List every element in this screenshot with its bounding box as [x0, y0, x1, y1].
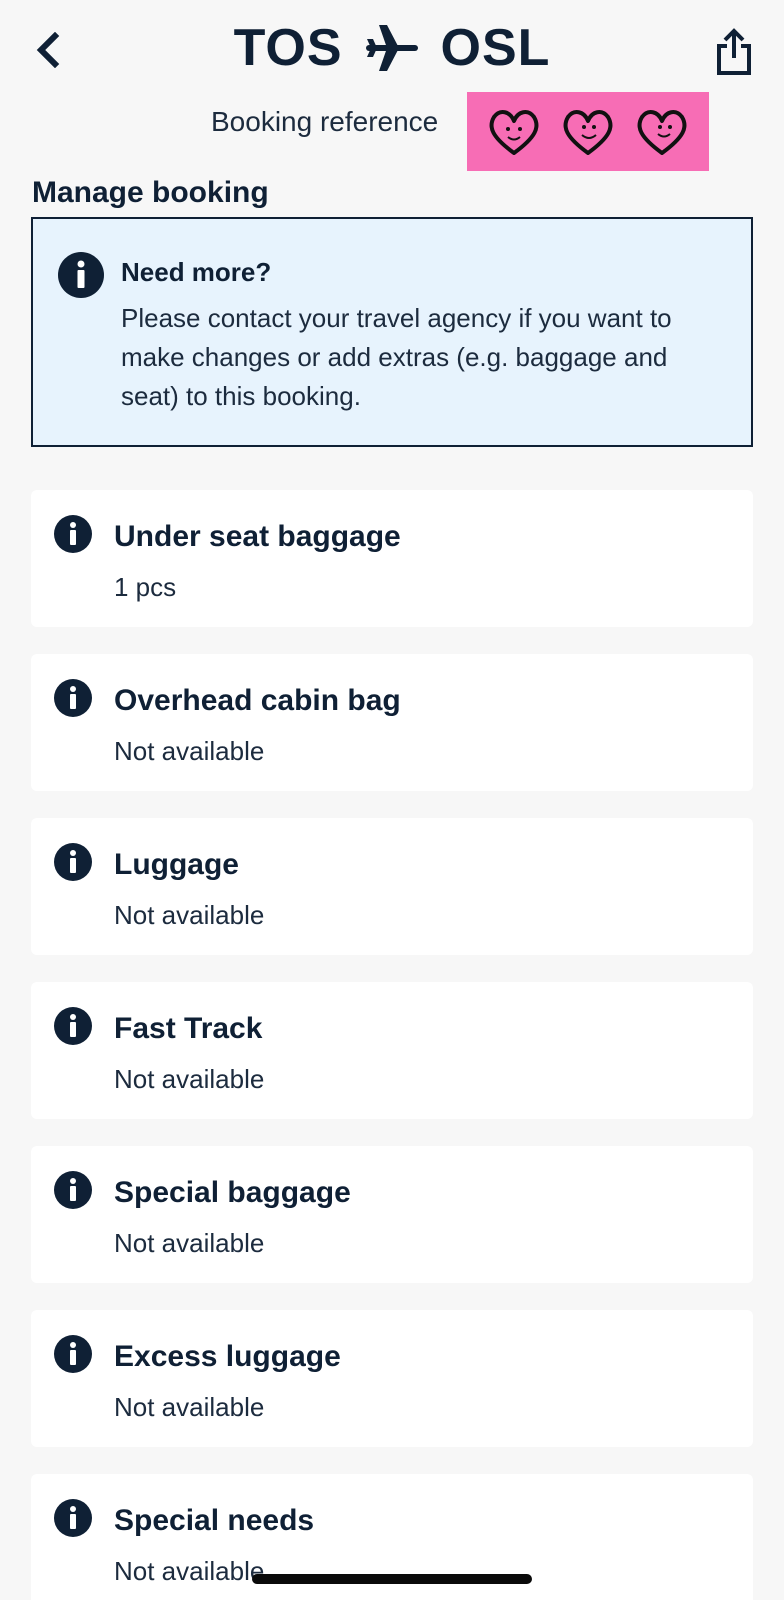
extra-title: Special baggage — [114, 1176, 351, 1209]
extra-title: Luggage — [114, 848, 239, 881]
destination-code: OSL — [440, 19, 551, 77]
info-icon[interactable] — [53, 1006, 93, 1046]
share-button[interactable] — [712, 24, 756, 80]
booking-reference-redaction — [467, 92, 709, 171]
need-more-notice: Need more? Please contact your travel ag… — [31, 217, 753, 447]
extra-title: Under seat baggage — [114, 520, 401, 553]
extra-title: Excess luggage — [114, 1340, 341, 1373]
extra-title: Special needs — [114, 1504, 315, 1537]
extra-value: Not available — [114, 736, 265, 766]
booking-reference-label: Booking reference — [211, 106, 439, 137]
manage-booking-title: Manage booking — [32, 176, 269, 209]
extra-card-overhead-cabin-bag[interactable]: Overhead cabin bag Not available — [31, 654, 753, 791]
heart-doodle-icon — [637, 109, 687, 155]
notice-title: Need more? — [121, 257, 272, 287]
origin-code: TOS — [233, 19, 343, 77]
share-icon — [717, 28, 751, 75]
info-icon[interactable] — [53, 514, 93, 554]
heart-doodle-icon — [563, 109, 613, 155]
notice-body: Please contact your travel agency if you… — [121, 303, 672, 411]
info-icon[interactable] — [53, 678, 93, 718]
home-indicator[interactable] — [252, 1574, 532, 1584]
extra-value: Not available — [114, 900, 265, 930]
extra-card-luggage[interactable]: Luggage Not available — [31, 818, 753, 955]
heart-doodle-icon — [489, 109, 539, 155]
info-icon[interactable] — [53, 1170, 93, 1210]
info-icon — [58, 252, 104, 298]
route-title: TOS OSL — [0, 18, 784, 78]
booking-reference-row: Booking reference — [0, 92, 784, 172]
extra-value: Not available — [114, 1228, 265, 1258]
extra-title: Fast Track — [114, 1012, 263, 1045]
info-icon[interactable] — [53, 1334, 93, 1374]
info-icon[interactable] — [53, 842, 93, 882]
extra-value: Not available — [114, 1556, 265, 1586]
extra-card-excess-luggage[interactable]: Excess luggage Not available — [31, 1310, 753, 1447]
extra-card-fast-track[interactable]: Fast Track Not available — [31, 982, 753, 1119]
extra-value: 1 pcs — [114, 572, 177, 602]
extra-title: Overhead cabin bag — [114, 684, 401, 717]
extra-value: Not available — [114, 1064, 265, 1094]
extra-card-under-seat-baggage[interactable]: Under seat baggage 1 pcs — [31, 490, 753, 627]
extra-value: Not available — [114, 1392, 265, 1422]
extra-card-special-baggage[interactable]: Special baggage Not available — [31, 1146, 753, 1283]
airplane-icon — [365, 21, 419, 75]
info-icon[interactable] — [53, 1498, 93, 1538]
